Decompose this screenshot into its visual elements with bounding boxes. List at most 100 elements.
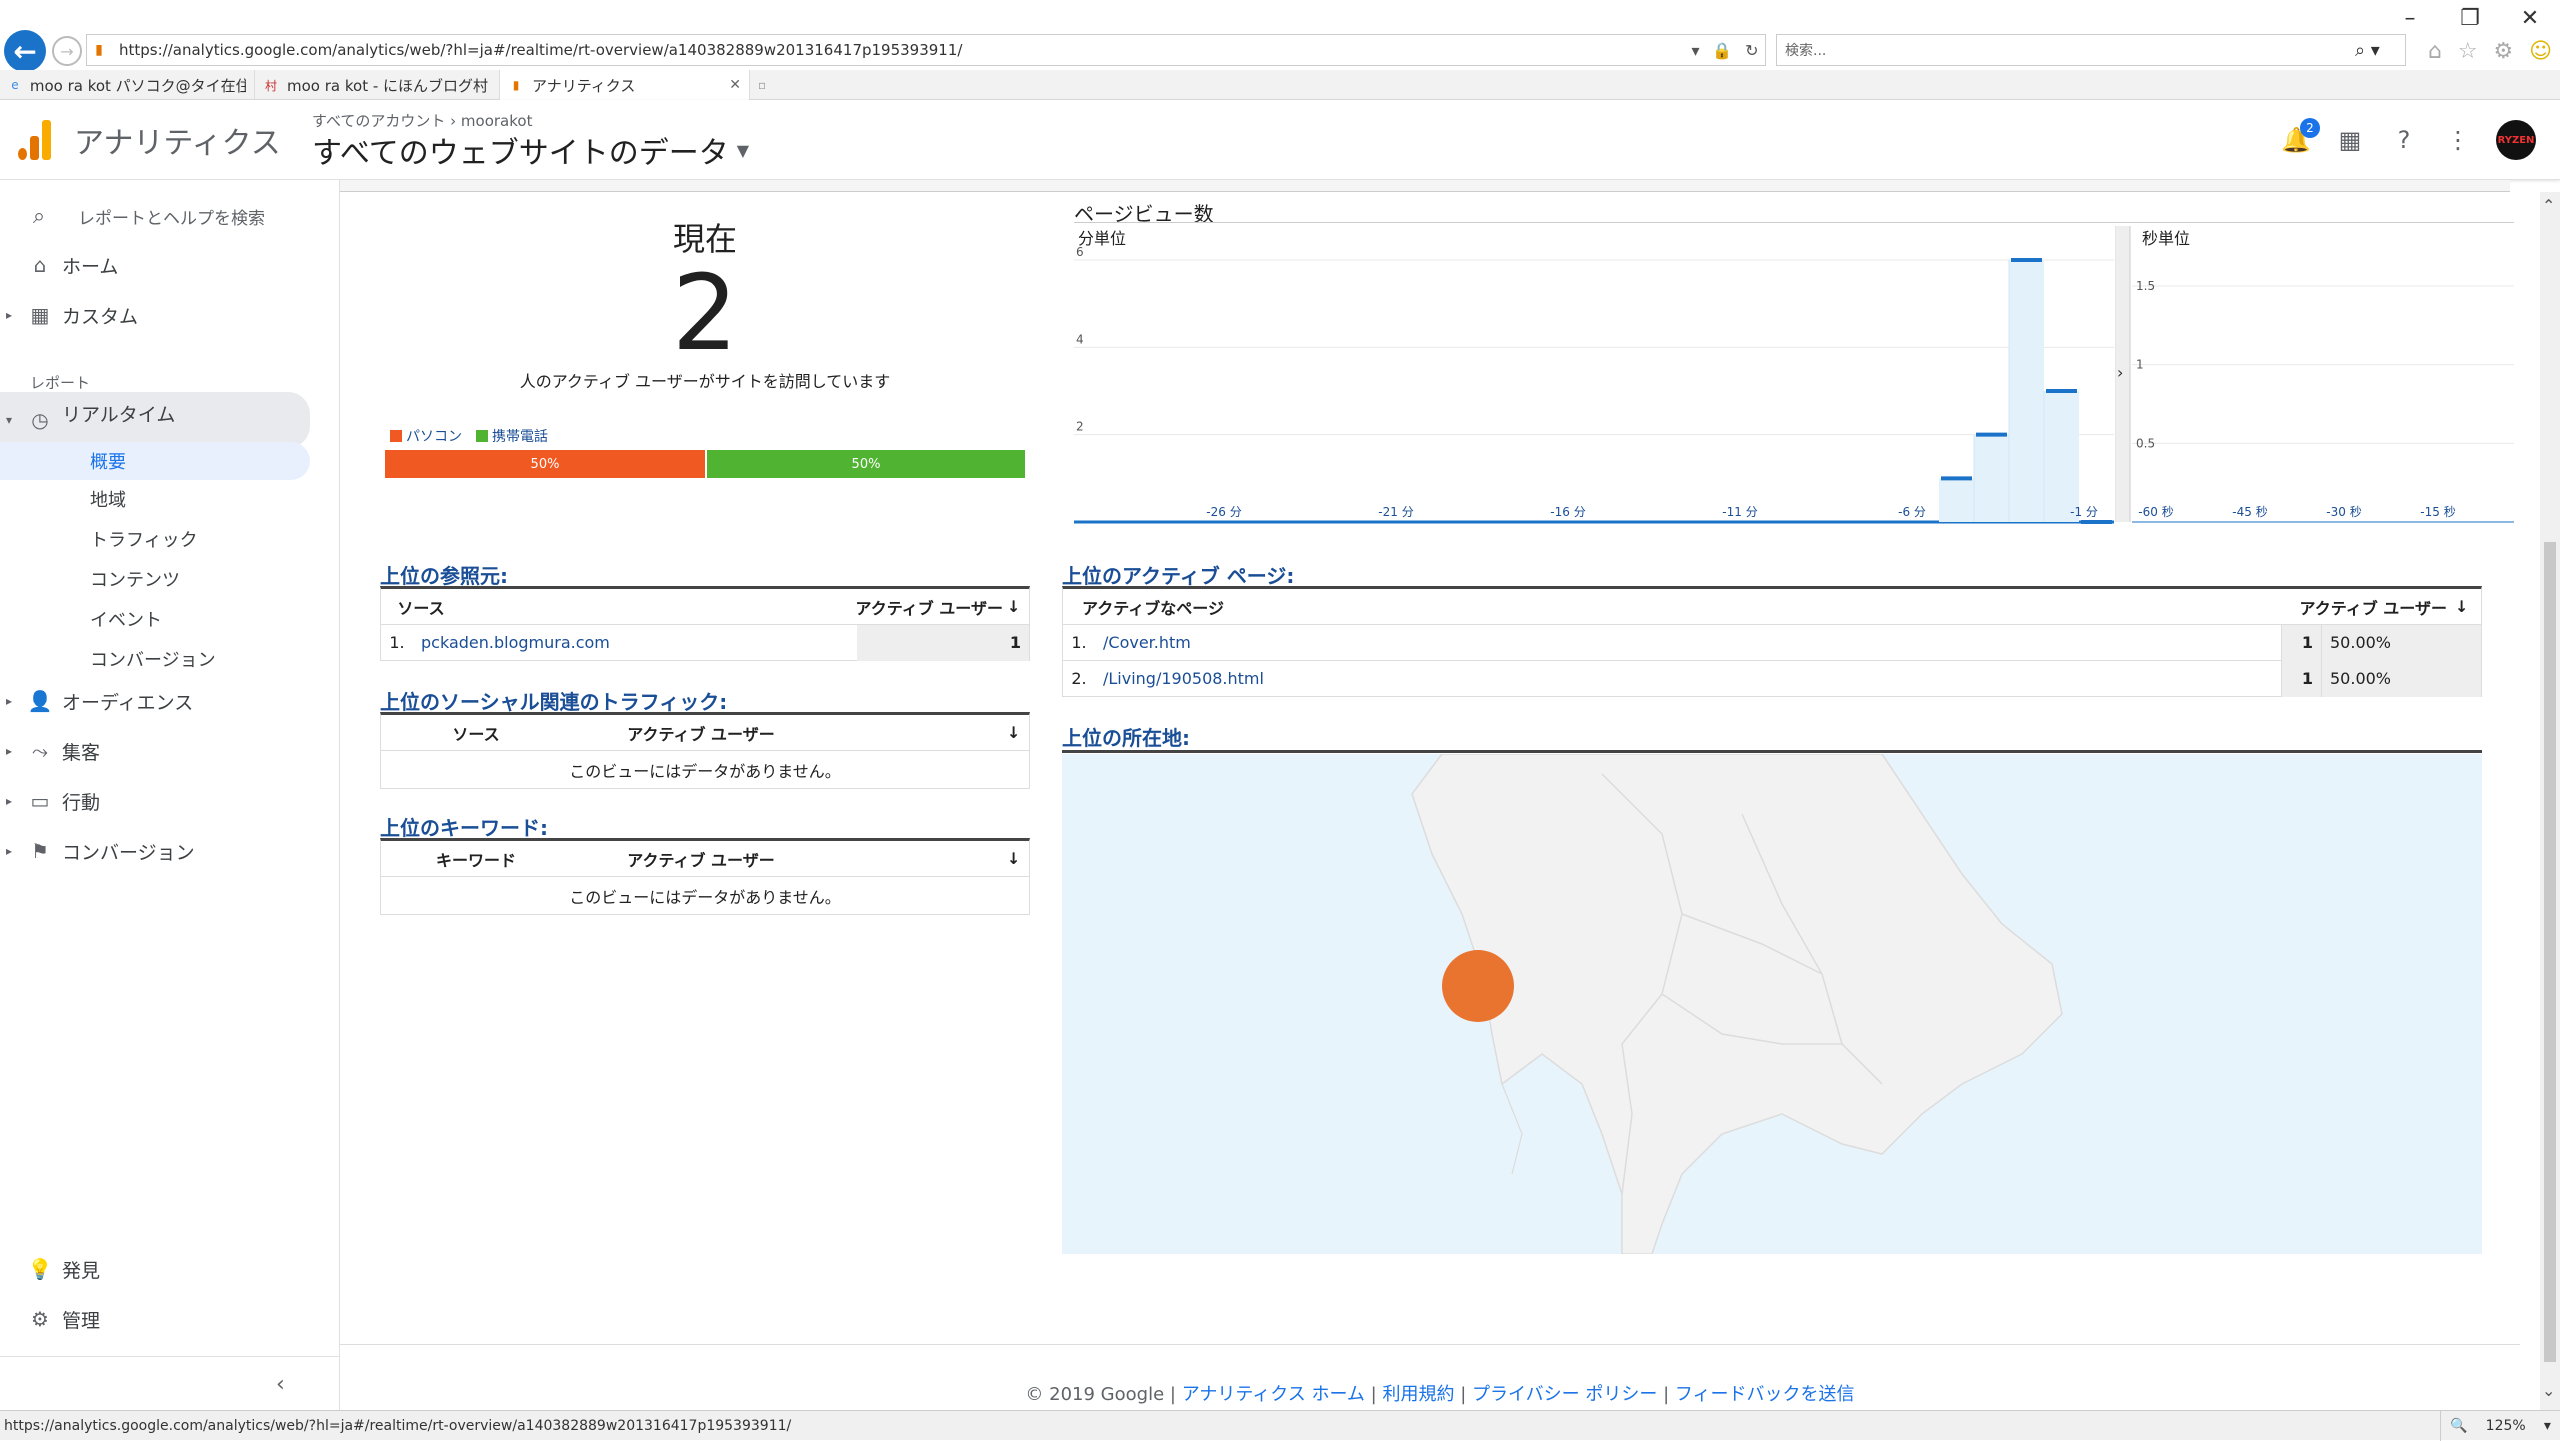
social-title: 上位のソーシャル関連のトラフィック: bbox=[380, 690, 728, 714]
sidebar-item-realtime[interactable]: ▾ ◷ リアルタイム bbox=[0, 392, 310, 448]
referrals-table: ソース アクティブ ユーザー ↓ 1. pckaden.blogmura.com… bbox=[380, 586, 1030, 661]
sidebar-sub-traffic[interactable]: トラフィック bbox=[0, 520, 310, 558]
location-marker[interactable] bbox=[1442, 950, 1514, 1022]
location-map[interactable] bbox=[1062, 754, 2482, 1254]
dropdown-icon[interactable]: ▾ bbox=[1691, 41, 1699, 60]
footer-link-feedback[interactable]: フィードバックを送信 bbox=[1675, 1384, 1855, 1405]
settings-gear-icon[interactable]: ⚙ bbox=[2493, 39, 2513, 64]
chevron-right-icon: ▸ bbox=[5, 694, 13, 708]
table-row[interactable]: 1. pckaden.blogmura.com 1 bbox=[381, 624, 1029, 661]
scroll-up-icon[interactable]: ⌃ bbox=[2542, 196, 2555, 215]
x-tick-label: -6 分 bbox=[1898, 505, 1926, 519]
restore-icon[interactable]: ❐ bbox=[2440, 0, 2500, 36]
y-tick-label: 2 bbox=[1076, 420, 1084, 434]
table-row[interactable]: 1. /Cover.htm 1 50.00% bbox=[1063, 624, 2481, 661]
active-page-link[interactable]: /Living/190508.html bbox=[1095, 669, 2281, 688]
footer-link-privacy[interactable]: プライバシー ポリシー bbox=[1472, 1384, 1657, 1405]
analytics-favicon-icon: ▮ bbox=[512, 78, 520, 92]
lock-icon[interactable]: 🔒 bbox=[1712, 41, 1732, 60]
close-tab-icon[interactable]: ✕ bbox=[729, 77, 741, 93]
favorites-star-icon[interactable]: ☆ bbox=[2458, 39, 2478, 64]
minute-chart-subtitle: 分単位 bbox=[1078, 229, 1126, 248]
search-icon[interactable]: ⌕ ▾ bbox=[2355, 40, 2405, 61]
report-search[interactable]: ⌕ レポートとヘルプを検索 bbox=[0, 192, 340, 240]
tab-nihon-blogmura[interactable]: 村 moo ra kot - にほんブログ村 bbox=[255, 70, 500, 100]
sort-down-icon[interactable]: ↓ bbox=[2455, 597, 2473, 616]
sidebar-item-audience[interactable]: ▸ 👤 オーディエンス bbox=[0, 680, 310, 722]
tab-mooракот-blog[interactable]: e moo ra kot パソコク@タイ在住／... bbox=[0, 70, 255, 100]
sidebar-item-conversion[interactable]: ▸ ⚑ コンバージョン bbox=[0, 830, 310, 872]
sidebar-item-behavior[interactable]: ▸ ▭ 行動 bbox=[0, 780, 310, 822]
property-selector[interactable]: すべてのウェブサイトのデータ ▼ bbox=[312, 128, 749, 172]
sort-down-icon[interactable]: ↓ bbox=[1007, 723, 1025, 742]
sidebar-sub-events[interactable]: イベント bbox=[0, 600, 310, 638]
sidebar-item-admin[interactable]: ⚙ 管理 bbox=[0, 1298, 310, 1340]
address-bar[interactable]: ▮ https://analytics.google.com/analytics… bbox=[86, 34, 1766, 66]
x-tick-label: -60 秒 bbox=[2138, 505, 2173, 519]
chart-expand-icon[interactable]: › bbox=[2117, 363, 2123, 382]
sidebar-sub-content[interactable]: コンテンツ bbox=[0, 560, 310, 598]
new-tab-button[interactable]: ▫ bbox=[750, 70, 780, 100]
blogmura-icon: 村 bbox=[264, 78, 277, 93]
active-pages-users-header[interactable]: アクティブ ユーザー bbox=[2300, 595, 2448, 619]
home-icon[interactable]: ⌂ bbox=[2428, 39, 2442, 64]
active-pages-title: 上位のアクティブ ページ: bbox=[1062, 564, 1295, 588]
area-fill bbox=[1939, 260, 2114, 522]
address-url[interactable]: https://analytics.google.com/analytics/w… bbox=[111, 41, 1685, 59]
analytics-favicon-icon: ▮ bbox=[95, 42, 103, 58]
sort-down-icon[interactable]: ↓ bbox=[1007, 597, 1025, 616]
active-page-link[interactable]: /Cover.htm bbox=[1095, 633, 2281, 652]
chevron-right-icon: ▸ bbox=[5, 844, 13, 858]
device-legend: パソコン 携帯電話 bbox=[390, 426, 548, 446]
smiley-icon[interactable]: ☺ bbox=[2529, 39, 2552, 64]
referral-source-link[interactable]: pckaden.blogmura.com bbox=[413, 633, 857, 652]
more-vert-icon[interactable]: ⋮ bbox=[2442, 124, 2474, 156]
apps-grid-icon[interactable]: ▦ bbox=[2334, 124, 2366, 156]
clock-icon: ◷ bbox=[31, 408, 49, 432]
bell-icon[interactable]: 🔔 2 bbox=[2280, 118, 2320, 156]
acquisition-icon: ⤳ bbox=[32, 739, 48, 763]
notification-badge: 2 bbox=[2300, 118, 2320, 138]
table-row[interactable]: 2. /Living/190508.html 1 50.00% bbox=[1063, 660, 2481, 697]
sidebar-item-discover[interactable]: 💡 発見 bbox=[0, 1248, 310, 1290]
sidebar-item-acquisition[interactable]: ▸ ⤳ 集客 bbox=[0, 730, 310, 772]
no-data-message: このビューにはデータがありません。 bbox=[381, 751, 1029, 789]
x-tick-label: -1 分 bbox=[2070, 505, 2098, 519]
browser-tabs: e moo ra kot パソコク@タイ在住／... 村 moo ra kot … bbox=[0, 70, 2560, 100]
keywords-users-header[interactable]: アクティブ ユーザー bbox=[571, 847, 831, 871]
browser-search-input[interactable]: 検索... ⌕ ▾ bbox=[1776, 34, 2406, 66]
x-tick-label: -15 秒 bbox=[2420, 505, 2455, 519]
keywords-table: キーワード アクティブ ユーザー ↓ このビューにはデータがありません。 bbox=[380, 838, 1030, 915]
analytics-logo-icon[interactable] bbox=[18, 120, 52, 160]
page-scrollbar[interactable]: ⌃ ⌄ bbox=[2540, 192, 2560, 1410]
refresh-icon[interactable]: ↻ bbox=[1745, 41, 1758, 60]
sidebar-sub-overview[interactable]: 概要 bbox=[0, 442, 310, 480]
zoom-control[interactable]: 🔍 125% ▾ bbox=[2440, 1410, 2560, 1441]
tab-analytics[interactable]: ▮ アナリティクス ✕ bbox=[500, 70, 750, 100]
scroll-down-icon[interactable]: ⌄ bbox=[2542, 1381, 2555, 1400]
avatar[interactable]: RYZEN bbox=[2496, 120, 2536, 160]
social-table: ソース アクティブ ユーザー ↓ このビューにはデータがありません。 bbox=[380, 712, 1030, 789]
footer-link-analytics-home[interactable]: アナリティクス ホーム bbox=[1182, 1384, 1365, 1405]
sort-down-icon[interactable]: ↓ bbox=[1007, 849, 1025, 868]
gear-icon: ⚙ bbox=[31, 1307, 49, 1331]
chevron-right-icon: ▸ bbox=[5, 308, 13, 322]
minimize-icon[interactable]: – bbox=[2380, 0, 2440, 36]
sidebar-sub-location[interactable]: 地域 bbox=[0, 480, 310, 518]
referrals-users-header[interactable]: アクティブ ユーザー bbox=[856, 595, 1004, 619]
sidebar-sub-conversions[interactable]: コンバージョン bbox=[0, 640, 310, 678]
footer-link-terms[interactable]: 利用規約 bbox=[1382, 1384, 1454, 1405]
sidebar-item-custom[interactable]: ▸ ▦ カスタム bbox=[0, 294, 310, 336]
pageviews-chart: 分単位 秒単位 › 2 4 6 -26 分 -21 分 -16 分 -11 分 -6 分 -1… bbox=[1074, 226, 2514, 524]
no-data-message: このビューにはデータがありません。 bbox=[381, 877, 1029, 915]
chevron-down-icon: ▼ bbox=[736, 140, 750, 160]
sidebar-item-home[interactable]: ⌂ ホーム bbox=[0, 244, 310, 286]
y-tick-label: 1.5 bbox=[2136, 279, 2155, 293]
social-users-header[interactable]: アクティブ ユーザー bbox=[571, 721, 831, 745]
back-arrow-icon[interactable]: ← bbox=[4, 30, 46, 72]
forward-arrow-icon[interactable]: → bbox=[52, 36, 82, 66]
window-controls: – ❐ ✕ bbox=[2380, 0, 2560, 36]
collapse-sidebar-icon[interactable]: ‹ bbox=[276, 1372, 285, 1397]
close-icon[interactable]: ✕ bbox=[2500, 0, 2560, 36]
help-icon[interactable]: ? bbox=[2388, 124, 2420, 156]
